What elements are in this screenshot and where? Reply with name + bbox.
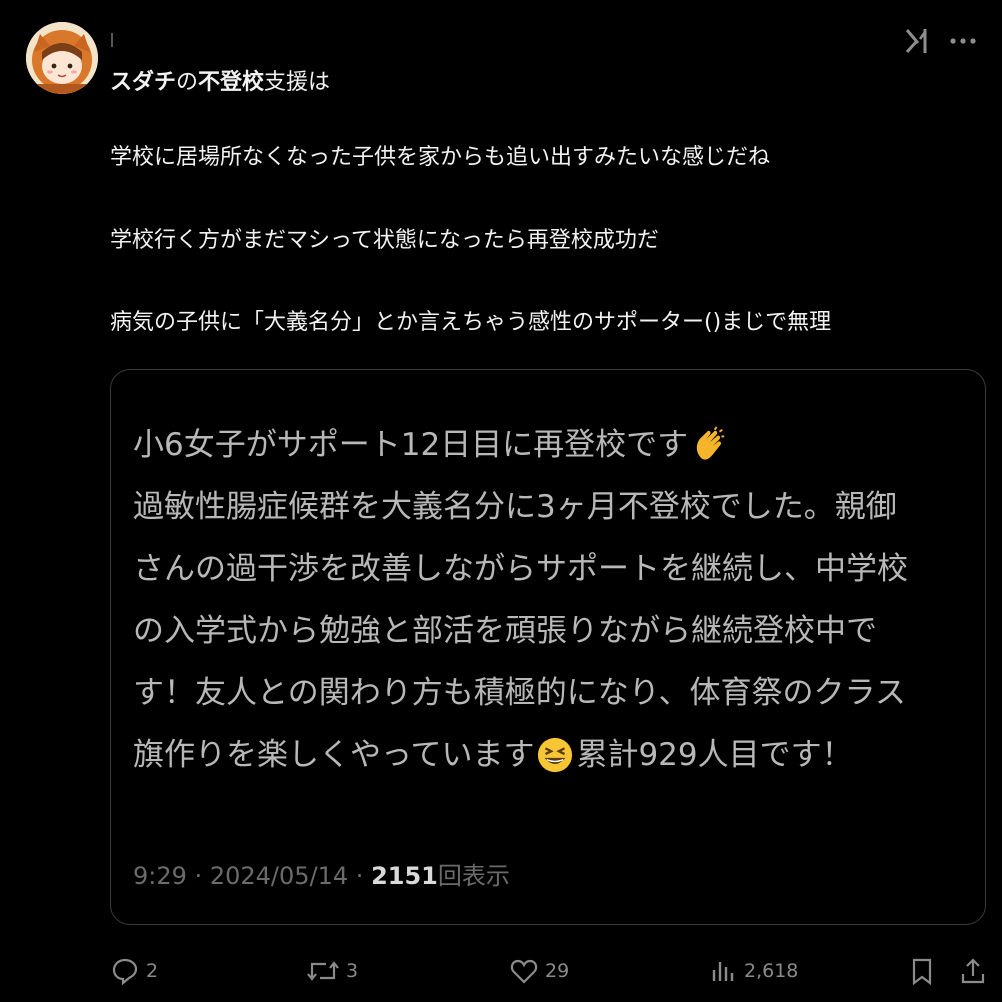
post-text-line: 学校に居場所なくなった子供を家からも追い出すみたいな感じだね bbox=[110, 145, 771, 170]
post-text-line: 学校行く方がまだマシって状態になったら再登校成功だ bbox=[110, 228, 659, 253]
repost-icon bbox=[307, 961, 339, 981]
author-name-part: の bbox=[176, 70, 199, 95]
grok-icon[interactable] bbox=[904, 26, 932, 56]
quoted-post-line: の入学式から勉強と部活を頑張りながら継続登校中で bbox=[133, 600, 908, 662]
views-icon bbox=[712, 962, 734, 981]
author-name[interactable]: スダチの不登校支援は bbox=[110, 64, 330, 96]
action-bar: 2 3 29 2,618 bbox=[0, 956, 1002, 992]
quoted-post-line-text: の入学式から勉強と部活を頑張りながら継続登校中で bbox=[133, 613, 877, 649]
meta-separator: · bbox=[355, 862, 364, 890]
quoted-post-line: す！友人との関わり方も積極的になり、体育祭のクラス bbox=[133, 662, 908, 724]
like-count: 29 bbox=[545, 960, 570, 982]
clapping-hands-emoji bbox=[697, 426, 725, 460]
reply-icon bbox=[112, 958, 138, 986]
post-header-actions bbox=[904, 24, 980, 58]
quoted-post-time[interactable]: 9:29 bbox=[133, 862, 187, 890]
quoted-post-date[interactable]: 2024/05/14 bbox=[210, 862, 348, 890]
quoted-post-text: 小6女子がサポート12日目に再登校です 過敏性腸症候群を大義名分に3ヶ月不登校で… bbox=[133, 414, 908, 786]
quoted-post-line-text: 累計929人目です！ bbox=[576, 737, 853, 773]
views-button[interactable]: 2,618 bbox=[708, 956, 798, 986]
avatar[interactable] bbox=[26, 22, 98, 94]
quoted-post-card[interactable]: 小6女子がサポート12日目に再登校です 過敏性腸症候群を大義名分に3ヶ月不登校で… bbox=[110, 369, 986, 925]
more-icon[interactable] bbox=[946, 24, 980, 58]
reply-button[interactable]: 2 bbox=[110, 956, 158, 986]
quoted-post-line: さんの過干渉を改善しながらサポートを継続し、中学校 bbox=[133, 538, 908, 600]
reply-count: 2 bbox=[146, 960, 159, 982]
bookmark-button[interactable] bbox=[907, 956, 937, 986]
like-button[interactable]: 29 bbox=[509, 956, 569, 986]
quoted-post-views-count: 2151 bbox=[371, 862, 438, 890]
quoted-post-views-label: 回表示 bbox=[437, 862, 510, 890]
avatar-image bbox=[26, 22, 98, 94]
bookmark-icon bbox=[912, 958, 932, 986]
like-icon bbox=[510, 959, 538, 984]
quoted-post-meta: 9:29 · 2024/05/14 · 2151回表示 bbox=[133, 856, 510, 891]
views-count: 2,618 bbox=[744, 960, 799, 982]
share-button[interactable] bbox=[958, 956, 988, 986]
repost-count: 3 bbox=[346, 960, 359, 982]
post-text-line: 病気の子供に「大義名分」とか言えちゃう感性のサポーター()まじで無理 bbox=[110, 310, 832, 335]
quoted-post-line: 旗作りを楽しくやっています 累計929人目です！ bbox=[133, 724, 908, 786]
thread-line bbox=[111, 33, 113, 47]
quoted-post-line: 小6女子がサポート12日目に再登校です bbox=[133, 414, 908, 476]
quoted-post-line-text: 過敏性腸症候群を大義名分に3ヶ月不登校でした。親御 bbox=[133, 489, 897, 525]
quoted-post-line-text: 小6女子がサポート12日目に再登校です bbox=[133, 427, 689, 463]
author-name-part: 支援は bbox=[264, 70, 331, 95]
repost-button[interactable]: 3 bbox=[306, 956, 358, 986]
quoted-post-line-text: さんの過干渉を改善しながらサポートを継続し、中学校 bbox=[133, 551, 908, 587]
quoted-post-line-text: 旗作りを楽しくやっています bbox=[133, 737, 535, 773]
author-name-part: スダチ bbox=[110, 70, 177, 95]
meta-separator: · bbox=[194, 862, 203, 890]
share-icon bbox=[961, 958, 985, 984]
quoted-post-line-text: す！友人との関わり方も積極的になり、体育祭のクラス bbox=[133, 675, 906, 711]
grinning-squinting-face-emoji bbox=[538, 737, 573, 773]
author-name-part: 不登校 bbox=[198, 70, 265, 95]
quoted-post-line: 過敏性腸症候群を大義名分に3ヶ月不登校でした。親御 bbox=[133, 476, 908, 538]
